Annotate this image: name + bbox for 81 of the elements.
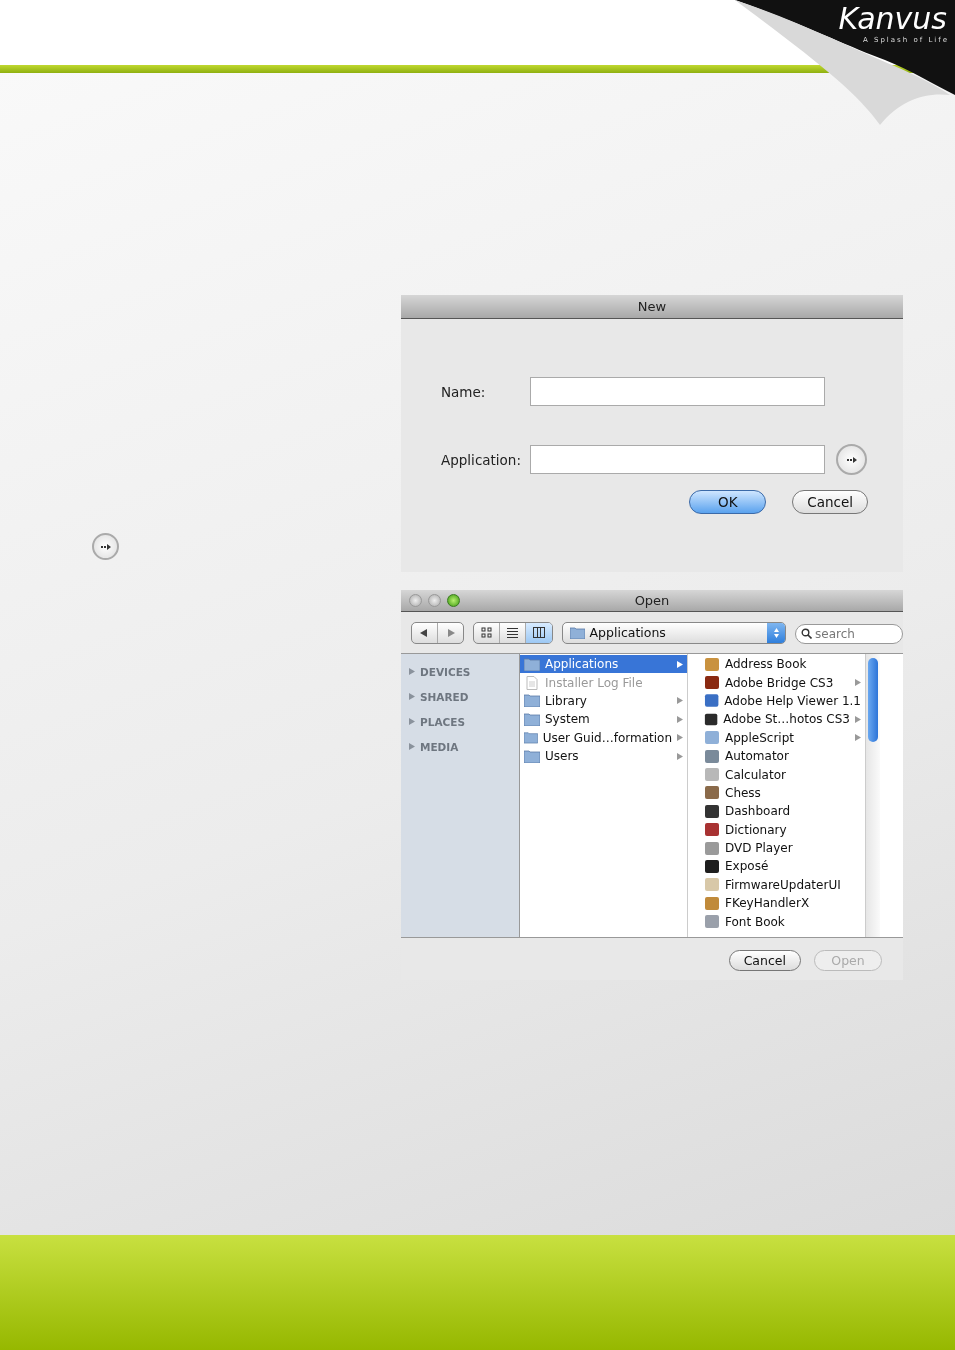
- app-icon: [704, 693, 720, 709]
- chevron-icon: [855, 679, 861, 687]
- file-item[interactable]: FirmwareUpdaterUI: [700, 875, 865, 895]
- field-label: Name:: [441, 383, 487, 400]
- disclosure-icon: [409, 668, 415, 675]
- chevron-icon: [855, 734, 861, 742]
- file-item[interactable]: Exposé: [700, 857, 865, 876]
- browse-button[interactable]: [92, 533, 119, 560]
- arrow-icon: [100, 543, 111, 550]
- disclosure-icon: [409, 743, 415, 750]
- folder-icon: [524, 712, 540, 726]
- chevron-icon: [855, 715, 861, 723]
- dialog-button[interactable]: OK: [689, 490, 767, 514]
- stepper-icon: [772, 626, 780, 639]
- input-field[interactable]: [530, 377, 825, 406]
- file-item[interactable]: FKeyHandlerX: [700, 894, 865, 913]
- file-item[interactable]: DVD Player: [700, 838, 865, 858]
- forward-icon: [446, 628, 455, 637]
- file-item[interactable]: Address Book: [700, 655, 865, 674]
- app-icon: [704, 675, 720, 691]
- window-title: Open: [634, 593, 670, 608]
- logo-name: Kanvus: [838, 0, 947, 36]
- file-item[interactable]: AppleScript: [700, 728, 865, 747]
- file-item[interactable]: Dictionary: [700, 820, 865, 839]
- window-title: New: [637, 299, 667, 314]
- chevron-icon: [677, 660, 683, 668]
- column-view-icon: [532, 627, 545, 638]
- file-item[interactable]: Users: [520, 746, 687, 766]
- field-label: Application:: [441, 451, 522, 468]
- disclosure-icon: [409, 693, 415, 700]
- document-icon: [524, 675, 540, 690]
- file-item[interactable]: Adobe Help Viewer 1.1: [700, 691, 865, 711]
- chevron-icon: [677, 752, 683, 760]
- app-icon: [704, 785, 720, 801]
- chevron-icon: [677, 697, 683, 705]
- scrollbar[interactable]: [865, 654, 880, 937]
- list-view-icon: [506, 627, 518, 638]
- app-icon: [704, 711, 719, 727]
- app-icon: [704, 730, 720, 746]
- file-item[interactable]: System: [520, 710, 687, 729]
- folder-icon: [569, 626, 585, 639]
- app-icon: [704, 877, 720, 893]
- app-icon: [704, 803, 720, 819]
- search-field[interactable]: search: [795, 623, 903, 644]
- zoom-button[interactable]: [447, 594, 460, 607]
- app-icon: [704, 914, 720, 930]
- disclosure-icon: [409, 718, 415, 725]
- file-item[interactable]: User Guid…formation: [520, 728, 687, 747]
- input-field[interactable]: [530, 445, 825, 474]
- close-button[interactable]: [409, 594, 422, 607]
- file-item[interactable]: Calculator: [700, 765, 865, 784]
- dialog-button[interactable]: Cancel: [728, 950, 801, 971]
- file-item[interactable]: Dashboard: [700, 802, 865, 821]
- folder-icon: [524, 749, 540, 763]
- folder-icon: [524, 731, 538, 745]
- app-icon: [704, 767, 720, 783]
- dialog-button[interactable]: Cancel: [792, 490, 868, 514]
- app-icon: [704, 895, 720, 911]
- chevron-icon: [677, 715, 683, 723]
- icon-view-icon: [481, 627, 493, 638]
- location-popup[interactable]: Applications: [561, 621, 786, 644]
- file-item[interactable]: Font Book: [700, 912, 865, 931]
- minimize-button[interactable]: [428, 594, 441, 607]
- search-icon: [801, 627, 812, 639]
- file-item[interactable]: Adobe St…hotos CS3: [700, 710, 865, 729]
- file-item[interactable]: Adobe Bridge CS3: [700, 673, 865, 692]
- view-mode-button[interactable]: [525, 622, 552, 643]
- file-item[interactable]: Chess: [700, 783, 865, 803]
- app-icon: [704, 840, 720, 856]
- back-icon: [420, 628, 429, 637]
- app-icon: [704, 822, 720, 838]
- file-item[interactable]: Automator: [700, 746, 865, 766]
- file-item[interactable]: Library: [520, 691, 687, 711]
- app-icon: [704, 748, 720, 764]
- arrow-icon: [846, 456, 857, 463]
- chevron-icon: [677, 734, 683, 742]
- app-icon: [704, 859, 720, 874]
- file-item[interactable]: Applications: [520, 655, 687, 674]
- folder-icon: [524, 657, 540, 671]
- folder-icon: [524, 694, 540, 708]
- app-icon: [704, 656, 720, 672]
